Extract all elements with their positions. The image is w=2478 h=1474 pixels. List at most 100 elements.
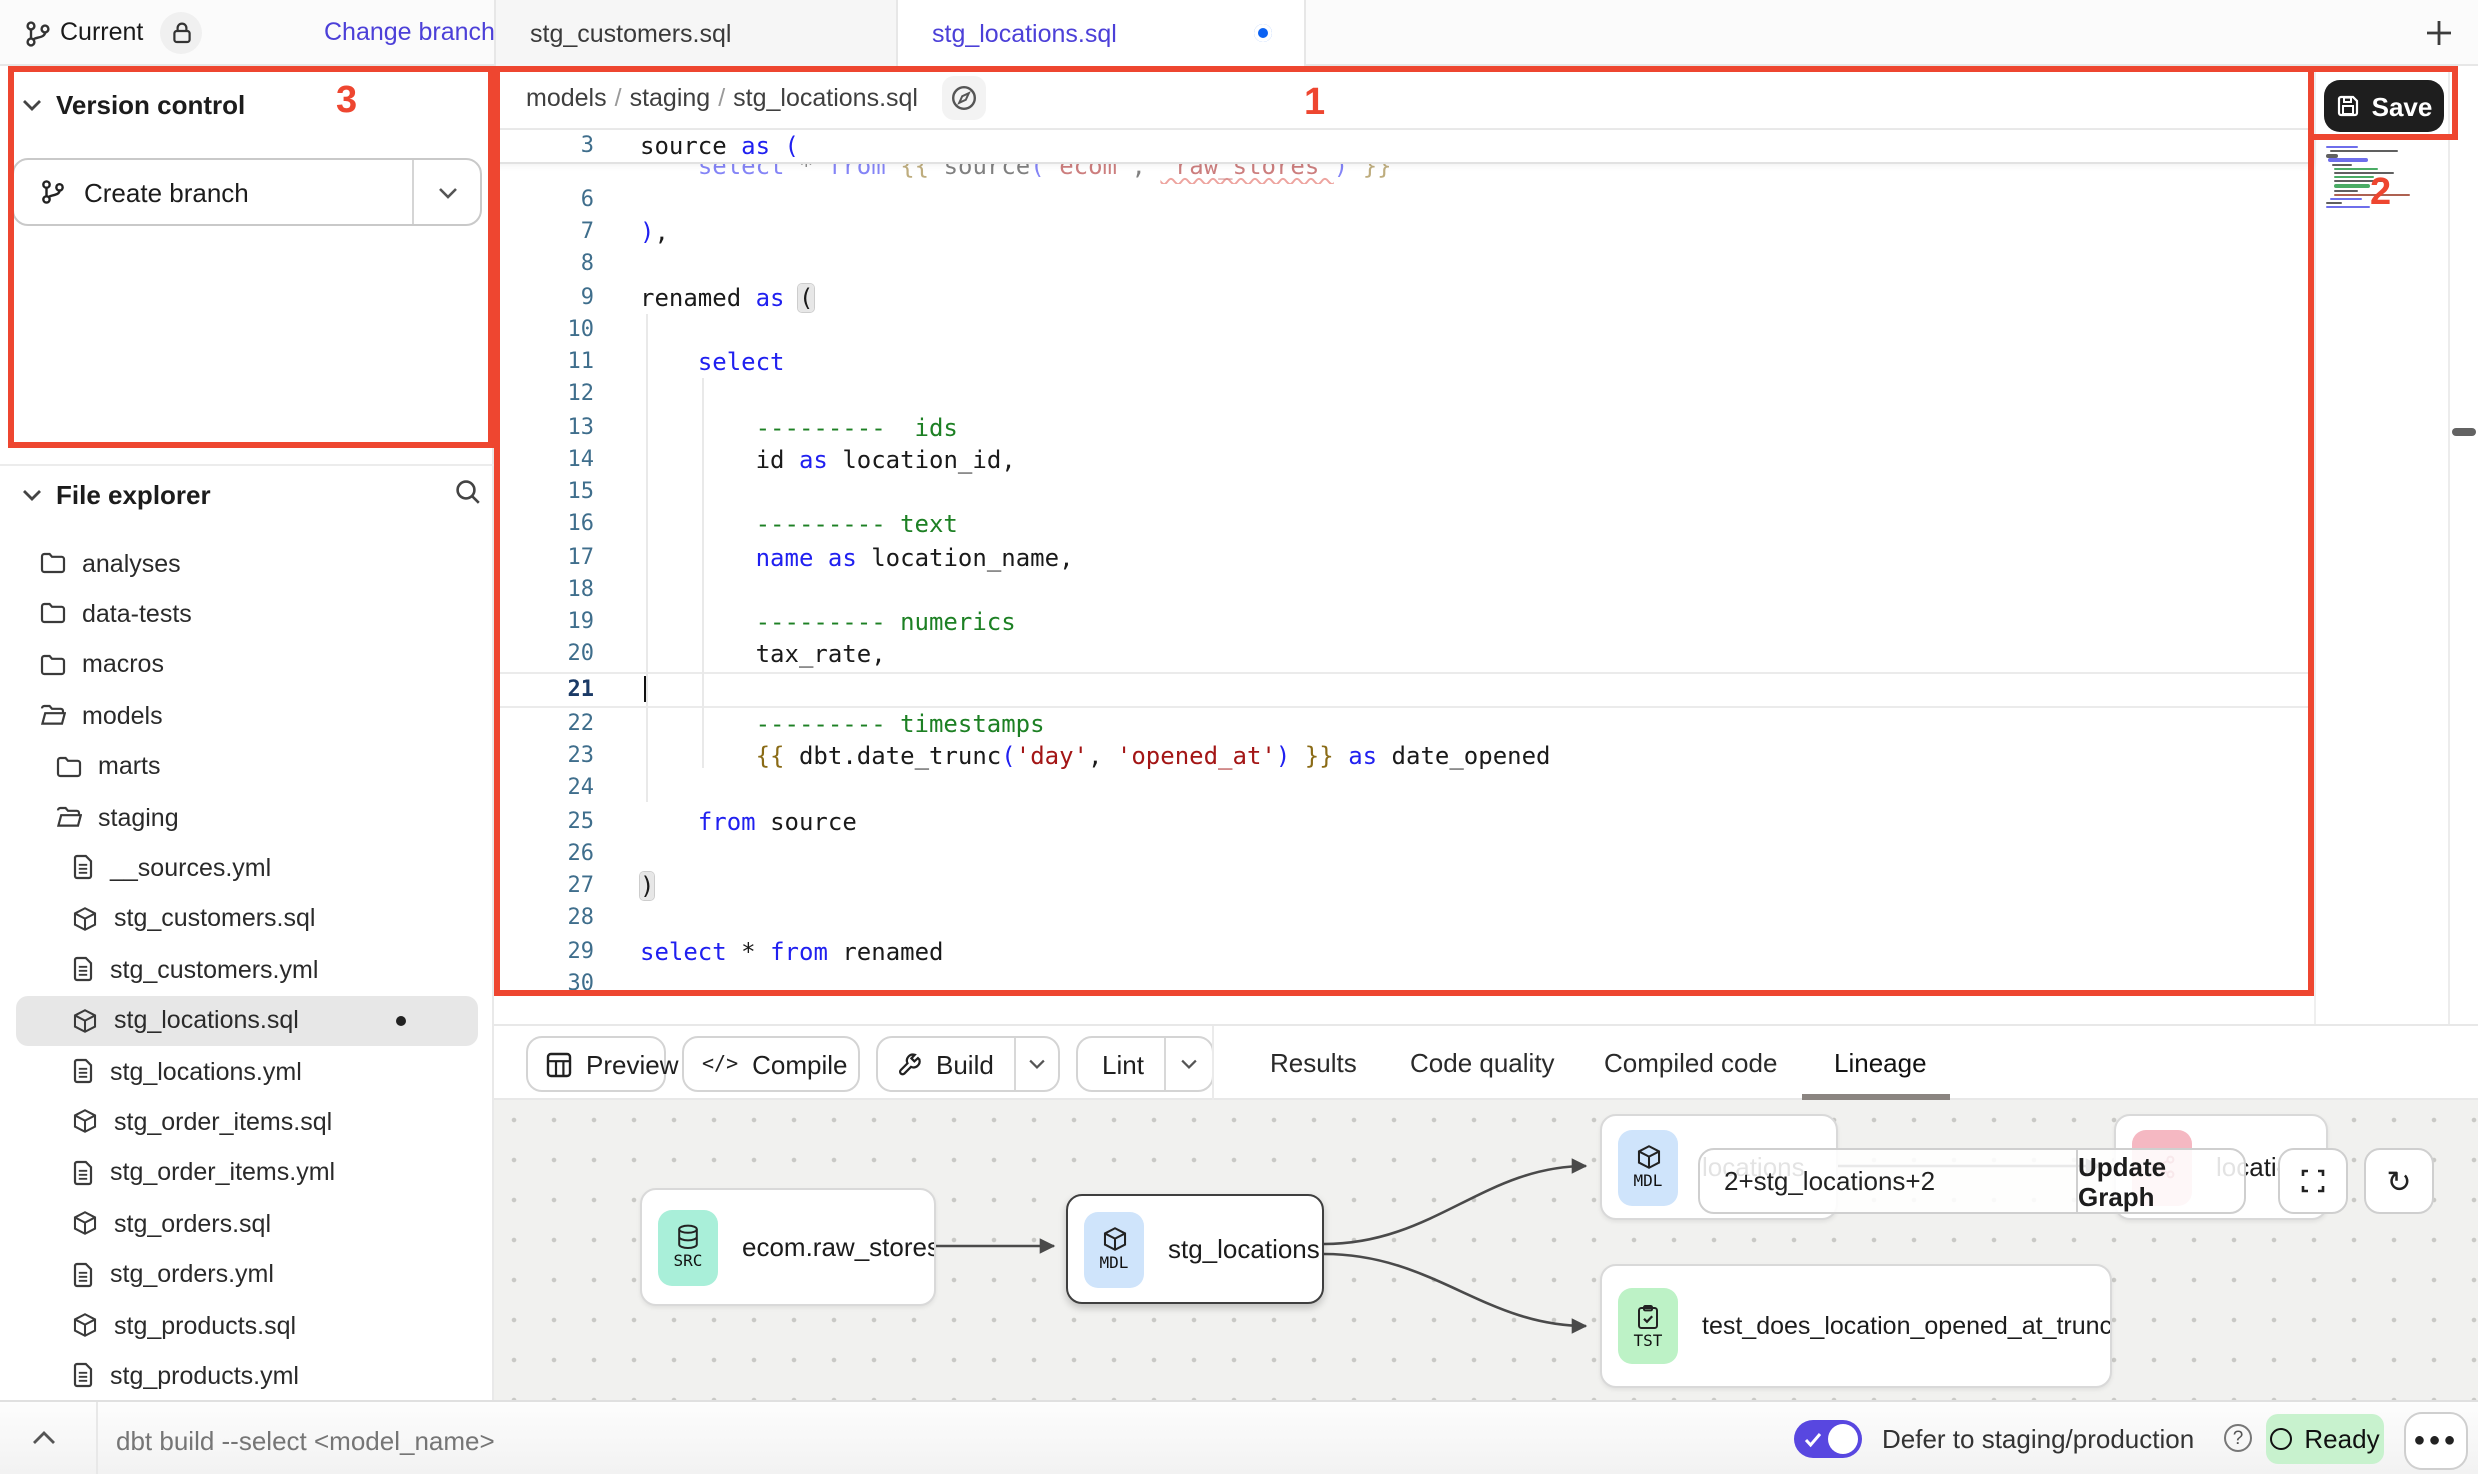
code-line-17[interactable]: 17 name as location_name, xyxy=(494,541,2314,574)
code-line-19[interactable]: 19 --------- numerics xyxy=(494,606,2314,639)
fullscreen-button[interactable] xyxy=(2278,1148,2348,1214)
lineage-node-test[interactable]: TST test_does_location_opened_at_trunc_t… xyxy=(1600,1264,2112,1388)
file-tree-item-staging[interactable]: staging xyxy=(16,792,478,842)
file-tree-item-models[interactable]: models xyxy=(16,690,478,740)
tab-results[interactable]: Results xyxy=(1270,1026,1357,1100)
git-branch-icon xyxy=(24,20,52,48)
fullscreen-icon xyxy=(2300,1168,2326,1194)
compile-button[interactable]: </> Compile xyxy=(682,1036,860,1092)
code-line-29[interactable]: 29select * from renamed xyxy=(494,935,2314,968)
code-line-13[interactable]: 13 --------- ids xyxy=(494,411,2314,444)
file-icon xyxy=(72,956,94,982)
file-tree-item-stg_customers.yml[interactable]: stg_customers.yml xyxy=(16,944,478,994)
editor-tab-stg_locations.sql[interactable]: stg_locations.sql xyxy=(898,0,1306,66)
preview-button[interactable]: Preview xyxy=(526,1036,666,1092)
lineage-selector-input[interactable] xyxy=(1700,1150,2076,1212)
code-line-24[interactable]: 24 xyxy=(494,773,2314,806)
breadcrumb: models/staging/stg_locations.sql xyxy=(526,83,918,111)
change-branch-link[interactable]: Change branch xyxy=(324,18,495,46)
file-tree-item-macros[interactable]: macros xyxy=(16,640,478,690)
create-branch-dropdown[interactable] xyxy=(412,160,480,224)
tab-compiled-code[interactable]: Compiled code xyxy=(1604,1026,1777,1100)
file-tree-item-marts[interactable]: marts xyxy=(16,741,478,791)
model-chip: MDL xyxy=(1618,1129,1678,1205)
folder-icon xyxy=(40,552,66,574)
code-line-20[interactable]: 20 tax_rate, xyxy=(494,639,2314,672)
tab-code-quality[interactable]: Code quality xyxy=(1410,1026,1555,1100)
line-number: 9 xyxy=(494,281,618,314)
panel-resize-handle[interactable] xyxy=(2452,428,2476,435)
file-tree-item-analyses[interactable]: analyses xyxy=(16,538,478,588)
refresh-button[interactable]: ↻ xyxy=(2364,1148,2434,1214)
line-number xyxy=(494,163,618,184)
code-line-22[interactable]: 22 --------- timestamps xyxy=(494,708,2314,741)
chevron-up-icon[interactable] xyxy=(32,1430,56,1446)
file-tree-item-stg_order_items.sql[interactable]: stg_order_items.sql xyxy=(16,1097,478,1147)
file-tree-item-stg_orders.sql[interactable]: stg_orders.sql xyxy=(16,1198,478,1248)
code-line-11[interactable]: 11 select xyxy=(494,346,2314,379)
lineage-node-source[interactable]: SRC ecom.raw_stores xyxy=(640,1188,936,1306)
tab-lineage[interactable]: Lineage xyxy=(1834,1026,1927,1100)
code-line-16[interactable]: 16 --------- text xyxy=(494,509,2314,542)
build-dropdown[interactable] xyxy=(1014,1038,1058,1090)
docs-link-chip[interactable] xyxy=(942,75,986,119)
chevron-down-icon xyxy=(437,185,457,199)
file-tree-item-stg_products.yml[interactable]: stg_products.yml xyxy=(16,1351,478,1401)
code-line-12[interactable]: 12 xyxy=(494,379,2314,412)
create-branch-button[interactable]: Create branch xyxy=(12,158,482,226)
save-button[interactable]: Save xyxy=(2324,80,2444,132)
file-tree-item-__sources.yml[interactable]: __sources.yml xyxy=(16,843,478,893)
more-options-button[interactable]: ●●● xyxy=(2404,1412,2468,1470)
file-tree-item-stg_customers.sql[interactable]: stg_customers.sql xyxy=(16,894,478,944)
version-control-header[interactable]: Version control xyxy=(22,90,245,120)
breadcrumb-segment[interactable]: models xyxy=(526,83,607,111)
build-button[interactable]: Build xyxy=(876,1036,1060,1092)
file-tree-item-stg_order_items.yml[interactable]: stg_order_items.yml xyxy=(16,1148,478,1198)
file-name: __sources.yml xyxy=(110,854,271,882)
lineage-graph[interactable]: MDL locations locations SRC ecom.raw_sto… xyxy=(494,1100,2478,1400)
lint-button[interactable]: Lint xyxy=(1076,1036,1214,1092)
code-line-9[interactable]: 9renamed as ( xyxy=(494,281,2314,314)
code-line-15[interactable]: 15 xyxy=(494,476,2314,509)
lineage-node-stg-locations[interactable]: MDL stg_locations xyxy=(1066,1194,1324,1304)
code-line-23[interactable]: 23 {{ dbt.date_trunc('day', 'opened_at')… xyxy=(494,740,2314,773)
code-line-7[interactable]: 7), xyxy=(494,216,2314,249)
file-tree-item-data-tests[interactable]: data-tests xyxy=(16,589,478,639)
code-line-5[interactable]: select * from {{ source('ecom', 'raw_sto… xyxy=(494,163,2314,184)
search-icon[interactable] xyxy=(454,478,482,506)
code-line-6[interactable]: 6 xyxy=(494,184,2314,217)
folder-open-icon xyxy=(40,704,66,726)
file-tree-item-stg_products.sql[interactable]: stg_products.sql xyxy=(16,1300,478,1350)
file-name: stg_locations.yml xyxy=(110,1057,302,1085)
file-tree-item-stg_locations.yml[interactable]: stg_locations.yml xyxy=(16,1046,478,1096)
code-line-18[interactable]: 18 xyxy=(494,574,2314,607)
code-line-21[interactable]: 21 xyxy=(494,671,2314,708)
code-line-8[interactable]: 8 xyxy=(494,249,2314,282)
code-line-14[interactable]: 14 id as location_id, xyxy=(494,444,2314,477)
help-icon[interactable]: ? xyxy=(2224,1424,2252,1452)
file-tree-item-stg_locations.sql[interactable]: stg_locations.sql xyxy=(16,995,478,1045)
code-line-27[interactable]: 27) xyxy=(494,870,2314,903)
lint-dropdown[interactable] xyxy=(1164,1038,1212,1090)
file-name: macros xyxy=(82,651,164,679)
chevron-down-icon xyxy=(1180,1058,1198,1070)
file-explorer-header[interactable]: File explorer xyxy=(22,480,211,510)
file-tree-item-stg_orders.yml[interactable]: stg_orders.yml xyxy=(16,1249,478,1299)
code-line-10[interactable]: 10 xyxy=(494,314,2314,347)
line-number: 14 xyxy=(494,444,618,477)
code-line-3[interactable]: 3source as ( xyxy=(494,130,2314,163)
breadcrumb-segment[interactable]: stg_locations.sql xyxy=(733,83,918,111)
editor-tab-stg_customers.sql[interactable]: stg_customers.sql xyxy=(494,0,898,66)
status-bar: Defer to staging/production ? Ready ●●● xyxy=(0,1400,2478,1474)
new-tab-plus-icon[interactable] xyxy=(2424,18,2454,48)
code-line-30[interactable]: 30 xyxy=(494,968,2314,1001)
code-line-26[interactable]: 26 xyxy=(494,838,2314,871)
code-line-28[interactable]: 28 xyxy=(494,903,2314,936)
code-editor[interactable]: 3source as ( select * from {{ source('ec… xyxy=(494,130,2314,1000)
dbt-command-input[interactable] xyxy=(112,1416,1520,1464)
editor-pane: models/staging/stg_locations.sql 3source… xyxy=(494,66,2314,1024)
update-graph-button[interactable]: Update Graph xyxy=(2076,1150,2244,1212)
defer-toggle[interactable] xyxy=(1794,1420,1862,1458)
code-line-25[interactable]: 25 from source xyxy=(494,805,2314,838)
breadcrumb-segment[interactable]: staging xyxy=(630,83,711,111)
